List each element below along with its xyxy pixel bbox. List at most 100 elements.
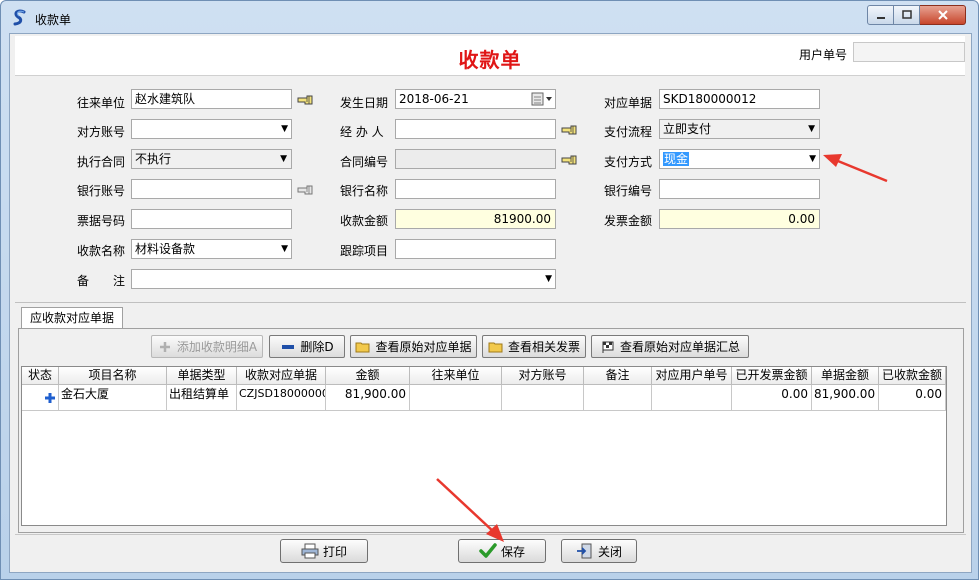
track-label: 跟踪项目 <box>340 244 389 258</box>
pay-method-value: 现金 <box>663 152 690 166</box>
contract-no-input[interactable] <box>395 149 556 169</box>
table-row[interactable]: 金石大厦 出租结算单 CZJSD180000001 81,900.00 0.00… <box>22 385 946 411</box>
user-no-cell[interactable] <box>652 385 732 411</box>
amount-label: 收款金额 <box>340 214 389 228</box>
counterparty-cell[interactable] <box>410 385 502 411</box>
account-cell[interactable] <box>502 385 584 411</box>
bank-name-label: 银行名称 <box>340 184 389 198</box>
window-controls <box>867 5 966 25</box>
invoice-amount-input[interactable]: 0.00 <box>659 209 820 229</box>
minimize-button[interactable] <box>867 5 894 25</box>
column-header[interactable]: 项目名称 <box>59 367 167 385</box>
pointing-hand-icon[interactable] <box>297 93 315 107</box>
bill-no-input[interactable] <box>131 209 292 229</box>
date-picker[interactable]: 2018-06-21 <box>395 89 556 109</box>
column-header[interactable]: 对方账号 <box>502 367 584 385</box>
minimize-icon <box>876 17 885 19</box>
amount-cell[interactable]: 81,900.00 <box>326 385 410 411</box>
checkered-flag-icon <box>602 341 614 353</box>
receipt-name-value: 材料设备款 <box>135 242 196 256</box>
title-bar[interactable]: 收款单 <box>1 1 978 35</box>
state-cell[interactable] <box>22 385 59 411</box>
date-value: 2018-06-21 <box>399 92 469 106</box>
received-cell[interactable]: 0.00 <box>879 385 946 411</box>
pay-method-select[interactable]: 现金 ▼ <box>659 149 820 169</box>
view-original-label: 查看原始对应单据 <box>375 340 472 354</box>
column-header[interactable]: 已收款金额 <box>879 367 946 385</box>
chevron-down-icon: ▼ <box>809 154 816 164</box>
tab-receivable-docs[interactable]: 应收款对应单据 <box>21 307 123 329</box>
chevron-down-icon: ▼ <box>281 124 288 134</box>
bank-name-input[interactable] <box>395 179 556 199</box>
contract-exec-select[interactable]: 不执行 ▼ <box>131 149 292 169</box>
column-header[interactable]: 备注 <box>584 367 652 385</box>
ref-doc-input[interactable]: SKD180000012 <box>659 89 820 109</box>
flow-value: 立即支付 <box>663 122 712 136</box>
bank-account-label: 银行账号 <box>77 184 126 198</box>
maximize-button[interactable] <box>894 5 920 25</box>
amount-input[interactable]: 81900.00 <box>395 209 556 229</box>
close-button[interactable]: 关闭 <box>561 539 637 563</box>
handler-input[interactable] <box>395 119 556 139</box>
chevron-down-icon: ▼ <box>808 124 815 134</box>
view-invoice-button[interactable]: 查看相关发票 <box>482 335 586 358</box>
flow-select[interactable]: 立即支付 ▼ <box>659 119 820 139</box>
detail-tab-area: 应收款对应单据 添加收款明细A 删除D 查看原始对应单据 查看相关发票 查看原始… <box>15 302 966 534</box>
column-header[interactable]: 状态 <box>22 367 59 385</box>
counterparty-input[interactable]: 赵水建筑队 <box>131 89 292 109</box>
view-summary-label: 查看原始对应单据汇总 <box>619 340 740 354</box>
doc-amount-cell[interactable]: 81,900.00 <box>812 385 879 411</box>
column-header[interactable]: 单据金额 <box>812 367 879 385</box>
checkmark-icon <box>479 543 497 558</box>
close-label: 关闭 <box>597 544 622 559</box>
grid-header: 状态 项目名称 单据类型 收款对应单据 金额 往来单位 对方账号 备注 对应用户… <box>22 367 946 385</box>
form-header: 收款单 用户单号 <box>15 36 965 76</box>
column-header[interactable]: 收款对应单据 <box>237 367 326 385</box>
folder-icon <box>488 342 503 352</box>
ref-doc-value: SKD180000012 <box>663 92 757 106</box>
close-window-button[interactable] <box>920 5 966 25</box>
window-title: 收款单 <box>35 13 72 27</box>
counterparty-value: 赵水建筑队 <box>135 92 196 106</box>
print-button[interactable]: 打印 <box>280 539 368 563</box>
pay-method-label: 支付方式 <box>604 155 653 169</box>
pointing-hand-icon[interactable] <box>561 153 579 167</box>
column-header[interactable]: 单据类型 <box>167 367 237 385</box>
user-no-label: 用户单号 <box>799 48 848 62</box>
pointing-hand-icon[interactable] <box>561 123 579 137</box>
window: 收款单 收款单 用户单号 往来单位 赵水建筑队 发生日期 2018-06-21 <box>0 0 979 580</box>
calendar-icon[interactable] <box>531 92 553 106</box>
tab-panel: 添加收款明细A 删除D 查看原始对应单据 查看相关发票 查看原始对应单据汇总 状… <box>18 328 964 533</box>
remark-cell[interactable] <box>584 385 652 411</box>
bank-code-input[interactable] <box>659 179 820 199</box>
column-header[interactable]: 对应用户单号 <box>652 367 732 385</box>
ref-doc-cell[interactable]: CZJSD180000001 <box>237 385 326 411</box>
column-header[interactable]: 往来单位 <box>410 367 502 385</box>
add-detail-button[interactable]: 添加收款明细A <box>151 335 263 358</box>
column-header[interactable]: 金额 <box>326 367 410 385</box>
pointing-hand-icon[interactable] <box>297 183 315 197</box>
delete-button[interactable]: 删除D <box>269 335 345 358</box>
doc-type-cell[interactable]: 出租结算单 <box>167 385 237 411</box>
chevron-down-icon: ▼ <box>280 154 287 164</box>
bank-account-input[interactable] <box>131 179 292 199</box>
receipt-name-select[interactable]: 材料设备款 ▼ <box>131 239 292 259</box>
form-body: 收款单 用户单号 往来单位 赵水建筑队 发生日期 2018-06-21 对应单据… <box>9 33 972 573</box>
column-header[interactable]: 已开发票金额 <box>732 367 812 385</box>
invoiced-cell[interactable]: 0.00 <box>732 385 812 411</box>
project-cell[interactable]: 金石大厦 <box>59 385 167 411</box>
account-select[interactable]: ▼ <box>131 119 292 139</box>
invoice-amount-label: 发票金额 <box>604 214 653 228</box>
exit-door-icon <box>576 543 592 559</box>
save-label: 保存 <box>500 544 525 559</box>
view-invoice-label: 查看相关发票 <box>507 340 580 354</box>
invoice-amount-value: 0.00 <box>788 212 815 226</box>
track-input[interactable] <box>395 239 556 259</box>
view-original-docs-button[interactable]: 查看原始对应单据 <box>350 335 477 358</box>
handler-label: 经 办 人 <box>340 125 384 139</box>
remark-select[interactable]: ▼ <box>131 269 556 289</box>
detail-grid[interactable]: 状态 项目名称 单据类型 收款对应单据 金额 往来单位 对方账号 备注 对应用户… <box>21 366 947 526</box>
save-button[interactable]: 保存 <box>458 539 546 563</box>
user-no-input[interactable] <box>853 42 965 62</box>
view-summary-button[interactable]: 查看原始对应单据汇总 <box>591 335 749 358</box>
